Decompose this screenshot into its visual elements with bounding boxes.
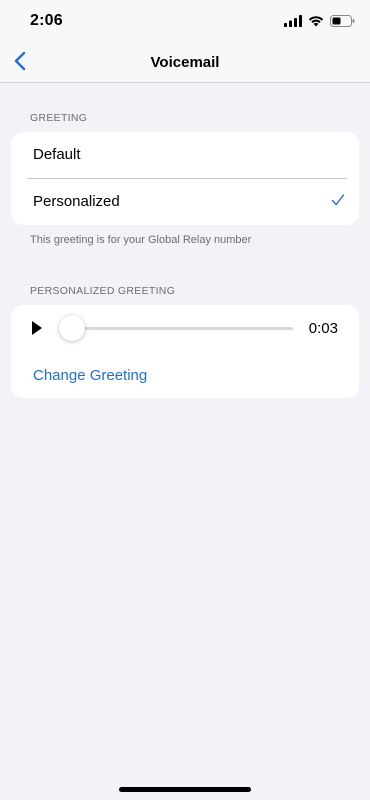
cellular-signal-icon xyxy=(284,14,302,32)
duration-label: 0:03 xyxy=(308,320,338,337)
progress-track[interactable] xyxy=(61,327,293,330)
personalized-greeting-header: PERSONALIZED GREETING xyxy=(30,285,176,297)
greeting-option-personalized[interactable]: Personalized xyxy=(11,179,359,225)
page-title: Voicemail xyxy=(150,54,220,71)
change-greeting-button[interactable]: Change Greeting xyxy=(33,367,147,384)
wifi-icon xyxy=(308,14,324,32)
greeting-section-header: GREETING xyxy=(30,112,88,124)
scrubber-thumb[interactable] xyxy=(59,315,85,341)
greeting-option-label: Personalized xyxy=(33,193,120,210)
status-icons xyxy=(284,14,355,32)
greeting-option-default[interactable]: Default xyxy=(11,132,359,178)
greeting-option-label: Default xyxy=(33,146,81,163)
audio-player: 0:03 xyxy=(11,305,359,351)
play-icon[interactable] xyxy=(31,320,45,336)
checkmark-icon xyxy=(331,193,345,207)
battery-icon xyxy=(330,14,355,32)
navigation-bar: Voicemail xyxy=(0,44,370,83)
greeting-footer-note: This greeting is for your Global Relay n… xyxy=(30,234,252,246)
status-bar: 2:06 xyxy=(0,0,370,44)
status-time: 2:06 xyxy=(30,12,63,29)
home-indicator xyxy=(119,787,251,792)
personalized-greeting-card: 0:03 Change Greeting xyxy=(11,305,359,398)
greeting-options-card: Default Personalized xyxy=(11,132,359,225)
